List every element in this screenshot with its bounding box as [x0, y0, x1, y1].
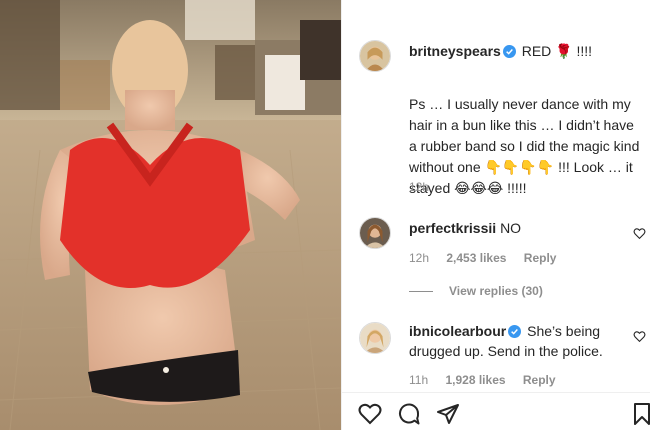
comment-reply-button[interactable]: Reply — [524, 251, 557, 265]
comment-heart-icon[interactable] — [633, 227, 646, 240]
caption-timestamp[interactable]: 12h — [409, 180, 429, 194]
caption-headline: RED 🌹 !!!! — [521, 43, 593, 59]
view-replies-label: View replies (30) — [449, 284, 543, 298]
comment-time[interactable]: 12h — [409, 251, 429, 265]
comment-username[interactable]: perfectkrissii — [409, 220, 496, 236]
actions-divider — [342, 392, 650, 393]
comment-reply-button[interactable]: Reply — [523, 373, 556, 387]
comment-2-meta: 11h 1,928 likes Reply — [409, 373, 570, 387]
comment-avatar[interactable] — [359, 322, 391, 354]
comment-likes[interactable]: 1,928 likes — [445, 373, 505, 387]
post-side-panel: britneyspears RED 🌹 !!!! Ps … I usually … — [342, 0, 650, 430]
post-media[interactable] — [0, 0, 341, 430]
caption-header: britneyspears RED 🌹 !!!! — [409, 42, 639, 60]
comment-icon[interactable] — [397, 402, 421, 426]
heart-icon[interactable] — [358, 402, 382, 426]
comment-text: NO — [500, 220, 522, 236]
comment-time[interactable]: 11h — [409, 373, 428, 387]
comment-2: ibnicolearbour She’s being drugged up. S… — [409, 321, 625, 361]
caption-author-avatar[interactable] — [359, 40, 391, 72]
comment-username[interactable]: ibnicolearbour — [409, 323, 506, 339]
caption-username[interactable]: britneyspears — [409, 43, 501, 59]
comment-1: perfectkrissii NO — [409, 218, 625, 238]
view-replies-button[interactable]: View replies (30) — [409, 284, 543, 298]
bookmark-icon[interactable] — [630, 402, 650, 426]
verified-badge-icon — [508, 325, 522, 338]
comment-likes[interactable]: 2,453 likes — [446, 251, 506, 265]
share-icon[interactable] — [436, 402, 460, 426]
comment-1-meta: 12h 2,453 likes Reply — [409, 251, 570, 265]
verified-badge-icon — [502, 45, 516, 58]
replies-line — [409, 290, 433, 292]
post-video-frame — [0, 0, 341, 430]
comment-heart-icon[interactable] — [633, 330, 646, 343]
caption-text: Ps … I usually never dance with my hair … — [409, 96, 640, 196]
comment-avatar[interactable] — [359, 217, 391, 249]
